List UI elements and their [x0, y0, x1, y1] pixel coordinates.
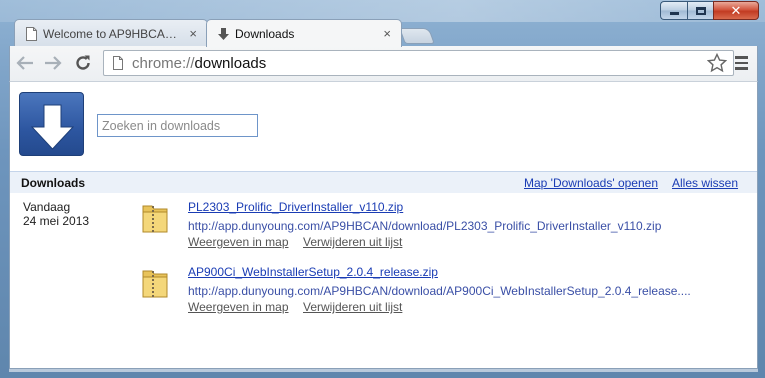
url-text: chrome://downloads — [132, 55, 266, 72]
minimize-icon — [669, 12, 679, 15]
file-source-url: http://app.dunyoung.com/AP9HBCAN/downloa… — [188, 284, 691, 298]
download-arrow-icon — [30, 104, 75, 150]
tab-downloads[interactable]: Downloads × — [206, 19, 402, 47]
show-in-folder-link[interactable]: Weergeven in map — [188, 235, 289, 249]
tab-label: Downloads — [235, 26, 295, 41]
menu-icon[interactable] — [734, 54, 750, 72]
section-title: Downloads — [21, 175, 86, 190]
date-group: Vandaag 24 mei 2013 — [23, 200, 89, 228]
browser-toolbar: chrome://downloads — [9, 46, 758, 81]
file-source-url: http://app.dunyoung.com/AP9HBCAN/downloa… — [188, 219, 662, 233]
date-value: 24 mei 2013 — [23, 214, 90, 228]
url-scheme: chrome:// — [132, 54, 195, 72]
back-button[interactable] — [13, 52, 37, 74]
downloads-page: Downloads Map 'Downloads' openen Alles w… — [9, 81, 758, 369]
new-tab-button[interactable] — [399, 28, 435, 44]
download-arrow-icon — [218, 28, 229, 40]
reload-button[interactable] — [71, 52, 95, 74]
forward-arrow-icon — [45, 56, 62, 70]
star-icon[interactable] — [707, 53, 727, 73]
zip-file-icon — [142, 205, 168, 233]
close-tab-icon[interactable]: × — [383, 26, 391, 41]
minimize-button[interactable] — [660, 1, 687, 20]
address-bar[interactable]: chrome://downloads — [103, 50, 734, 76]
downloads-header: Downloads Map 'Downloads' openen Alles w… — [10, 171, 757, 193]
show-in-folder-link[interactable]: Weergeven in map — [188, 300, 289, 314]
file-name-link[interactable]: AP900Ci_WebInstallerSetup_2.0.4_release.… — [188, 265, 438, 279]
date-label: Vandaag — [23, 200, 71, 214]
page-icon — [113, 56, 123, 70]
maximize-icon — [695, 6, 706, 15]
close-window-icon: ✕ — [730, 2, 742, 18]
remove-from-list-link[interactable]: Verwijderen uit lijst — [303, 235, 402, 249]
remove-from-list-link[interactable]: Verwijderen uit lijst — [303, 300, 402, 314]
reload-icon — [76, 55, 90, 70]
tab-welcome[interactable]: Welcome to AP9HBCAN - ... × — [14, 19, 208, 47]
close-window-button[interactable]: ✕ — [713, 1, 759, 20]
url-path: downloads — [194, 54, 267, 72]
tab-label: Welcome to AP9HBCAN - ... — [43, 26, 181, 41]
window-bottom-border — [9, 369, 758, 372]
search-input[interactable] — [97, 114, 258, 137]
open-downloads-folder-link[interactable]: Map 'Downloads' openen — [524, 176, 658, 190]
page-icon — [26, 27, 37, 41]
window-caption-buttons: ✕ — [660, 1, 759, 20]
clear-all-link[interactable]: Alles wissen — [672, 176, 738, 190]
maximize-button[interactable] — [687, 1, 713, 20]
file-name-link[interactable]: PL2303_Prolific_DriverInstaller_v110.zip — [188, 200, 403, 214]
close-tab-icon[interactable]: × — [189, 26, 197, 41]
back-arrow-icon — [16, 56, 33, 70]
downloads-logo — [19, 92, 84, 156]
background-window-text — [410, 4, 650, 18]
forward-button[interactable] — [41, 52, 65, 74]
zip-file-icon — [142, 270, 168, 298]
